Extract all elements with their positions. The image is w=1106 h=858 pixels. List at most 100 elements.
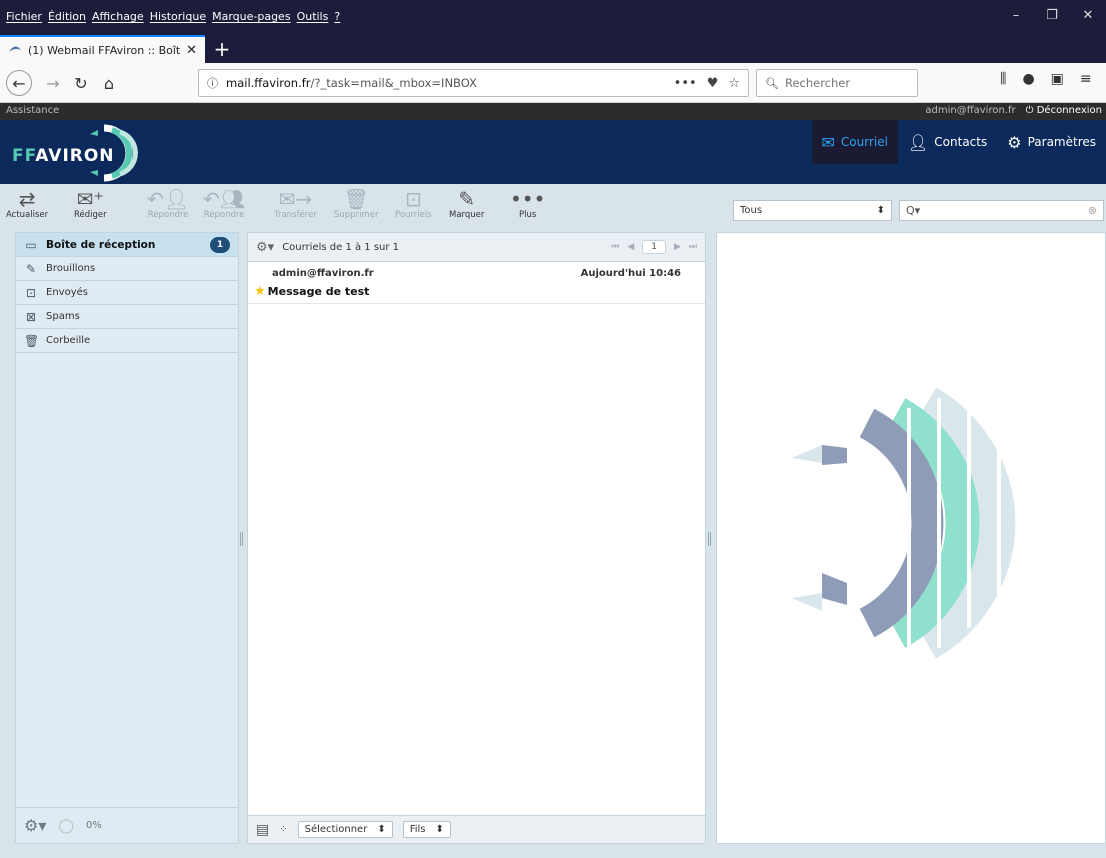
last-page-icon[interactable]: ⏭ bbox=[689, 242, 697, 252]
folder-sent[interactable]: ⊡ Envoyés bbox=[16, 281, 238, 305]
flag-star-icon[interactable]: ★ bbox=[254, 284, 266, 299]
home-icon: ⌂ bbox=[103, 73, 115, 93]
back-button[interactable]: ← bbox=[6, 70, 32, 96]
next-page-icon[interactable]: ▶ bbox=[674, 242, 681, 252]
reset-search-icon[interactable]: ⊗ bbox=[1088, 204, 1097, 217]
message-from: admin@ffaviron.fr bbox=[272, 268, 374, 279]
message-row[interactable]: admin@ffaviron.fr Aujourd'hui 10:46 ★ Me… bbox=[248, 262, 705, 304]
tab-courriel[interactable]: ✉ Courriel bbox=[811, 120, 898, 164]
forward-icon: ✉→ bbox=[278, 187, 313, 211]
folder-settings-gear-icon[interactable]: ⚙▾ bbox=[24, 816, 46, 835]
more-button[interactable]: ••• Plus bbox=[510, 188, 545, 220]
list-splitter[interactable] bbox=[708, 532, 711, 546]
mail-icon: ✉ bbox=[821, 132, 835, 152]
reload-icon: ↻ bbox=[74, 73, 88, 93]
menu-outils[interactable]: Outils bbox=[297, 10, 329, 23]
tab-parametres[interactable]: ⚙ Paramètres bbox=[997, 120, 1106, 164]
first-page-icon[interactable]: ⏮ bbox=[611, 242, 619, 252]
folder-inbox[interactable]: ▭ Boîte de réception 1 bbox=[16, 233, 238, 257]
menu-edition[interactable]: Édition bbox=[48, 10, 86, 23]
arrow-left-icon: ← bbox=[12, 73, 26, 93]
menu-marque-pages[interactable]: Marque-pages bbox=[212, 10, 290, 23]
user-area: admin@ffaviron.fr ⏻ Déconnexion bbox=[925, 105, 1102, 116]
sidebar-icon[interactable]: ▣ bbox=[1051, 71, 1064, 87]
close-tab-icon[interactable]: ✕ bbox=[186, 43, 197, 58]
reply-all-button[interactable]: ↶👥︎ Répondre bbox=[203, 188, 245, 220]
forward-button[interactable]: → bbox=[40, 70, 66, 96]
threads-dropdown[interactable]: Fils ⬍ bbox=[402, 821, 451, 838]
select-dropdown[interactable]: Sélectionner ⬍ bbox=[297, 821, 393, 838]
reply-button[interactable]: ↶👤︎ Répondre bbox=[147, 188, 189, 220]
folder-splitter[interactable] bbox=[240, 532, 243, 546]
browser-search[interactable]: 🔍︎ bbox=[756, 69, 918, 97]
list-header: ⚙▾ Courriels de 1 à 1 sur 1 ⏮ ◀ 1 ▶ ⏭ bbox=[248, 233, 705, 262]
page-number[interactable]: 1 bbox=[642, 240, 666, 254]
mail-toolbar: ⇄ Actualiser ✉⁺ Rédiger ↶👤︎ Répondre ↶👥︎ Rép… bbox=[0, 184, 1106, 230]
list-options-gear-icon[interactable]: ⚙▾ bbox=[256, 240, 274, 255]
quota-value: 0% bbox=[86, 820, 102, 831]
home-button[interactable]: ⌂ bbox=[96, 70, 122, 96]
browser-search-input[interactable] bbox=[784, 76, 905, 90]
ffaviron-logo[interactable]: FFAVIRON bbox=[12, 122, 162, 187]
menu-help[interactable]: ? bbox=[334, 10, 340, 23]
folder-footer: ⚙▾ ◯ 0% bbox=[16, 807, 238, 843]
prev-page-icon[interactable]: ◀ bbox=[627, 242, 634, 252]
info-icon[interactable]: ⓘ bbox=[207, 75, 218, 91]
search-options-icon[interactable]: Q▾ bbox=[906, 204, 920, 217]
restore-button[interactable]: ❐ bbox=[1034, 8, 1070, 23]
spam-button[interactable]: ⊡ Pourriels bbox=[395, 188, 432, 220]
refresh-button[interactable]: ⇄ Actualiser bbox=[6, 188, 48, 220]
folder-trash[interactable]: 🗑︎ Corbeille bbox=[16, 329, 238, 353]
preview-pane bbox=[716, 232, 1106, 844]
library-icon[interactable]: ⫼ bbox=[1000, 71, 1006, 87]
assistance-link[interactable]: Assistance bbox=[6, 105, 59, 116]
username: admin@ffaviron.fr bbox=[925, 105, 1016, 116]
message-subject: ★ Message de test bbox=[254, 284, 370, 299]
threads-icon[interactable]: ⁘ bbox=[279, 824, 287, 835]
mark-button[interactable]: ✎ Marquer bbox=[449, 188, 484, 220]
unread-badge: 1 bbox=[210, 236, 230, 253]
trash-icon: 🗑︎ bbox=[24, 333, 40, 348]
filter-select[interactable]: Tous ⬍ bbox=[733, 200, 892, 221]
minimize-button[interactable]: – bbox=[998, 8, 1034, 23]
inbox-icon: ▭ bbox=[25, 237, 37, 252]
menu-fichier[interactable]: Fichier bbox=[6, 10, 42, 23]
browser-tab[interactable]: (1) Webmail FFAviron :: Boîte de ✕ bbox=[0, 35, 205, 63]
pen-icon: ✎ bbox=[458, 187, 476, 211]
message-count: Courriels de 1 à 1 sur 1 bbox=[282, 241, 400, 253]
logo-text: FFAVIRON bbox=[12, 146, 115, 166]
refresh-arrows-icon: ⇄ bbox=[18, 187, 36, 211]
reload-button[interactable]: ↻ bbox=[68, 70, 94, 96]
tab-parametres-label: Paramètres bbox=[1027, 135, 1096, 149]
page-actions-icon[interactable]: ••• bbox=[674, 76, 697, 91]
delete-button[interactable]: 🗑︎ Supprimer bbox=[334, 188, 378, 220]
mail-search-input[interactable]: Q▾ ⊗ bbox=[899, 200, 1104, 221]
menu-historique[interactable]: Historique bbox=[150, 10, 206, 23]
close-window-button[interactable]: ✕ bbox=[1070, 8, 1106, 23]
tab-contacts[interactable]: 👤︎ Contacts bbox=[898, 120, 997, 164]
url-actions: ••• ♥ ☆ bbox=[674, 76, 740, 91]
menu-affichage[interactable]: Affichage bbox=[92, 10, 144, 23]
url-bar[interactable]: ⓘ mail.ffaviron.fr/?_task=mail&_mbox=INB… bbox=[198, 69, 749, 97]
pager: ⏮ ◀ 1 ▶ ⏭ bbox=[611, 240, 697, 254]
tab-bar: (1) Webmail FFAviron :: Boîte de ✕ + bbox=[0, 33, 1106, 63]
extension-icon[interactable]: ● bbox=[1022, 71, 1034, 87]
trash-icon: 🗑︎ bbox=[343, 187, 369, 211]
new-tab-button[interactable]: + bbox=[210, 37, 234, 61]
folder-drafts[interactable]: ✎ Brouillons bbox=[16, 257, 238, 281]
reply-icon: ↶👤︎ bbox=[147, 187, 190, 211]
list-view-icon[interactable]: ▤ bbox=[256, 822, 269, 838]
select-arrows-icon: ⬍ bbox=[435, 824, 444, 835]
pocket-icon[interactable]: ♥ bbox=[707, 76, 719, 91]
forward-message-button[interactable]: ✉→ Transférer bbox=[274, 188, 317, 220]
bookmark-star-icon[interactable]: ☆ bbox=[728, 76, 740, 91]
sent-icon: ⊡ bbox=[25, 285, 37, 300]
hamburger-menu-icon[interactable]: ≡ bbox=[1080, 71, 1092, 87]
folder-spam[interactable]: ⊠ Spams bbox=[16, 305, 238, 329]
logout-link[interactable]: ⏻ Déconnexion bbox=[1026, 105, 1102, 116]
browser-menubar: Fichier Édition Affichage Historique Mar… bbox=[0, 0, 1106, 33]
power-icon: ⏻ bbox=[1025, 105, 1037, 116]
compose-button[interactable]: ✉⁺ Rédiger bbox=[74, 188, 107, 220]
url-text[interactable]: mail.ffaviron.fr/?_task=mail&_mbox=INBOX bbox=[226, 76, 666, 90]
arrow-right-icon: → bbox=[46, 73, 60, 93]
